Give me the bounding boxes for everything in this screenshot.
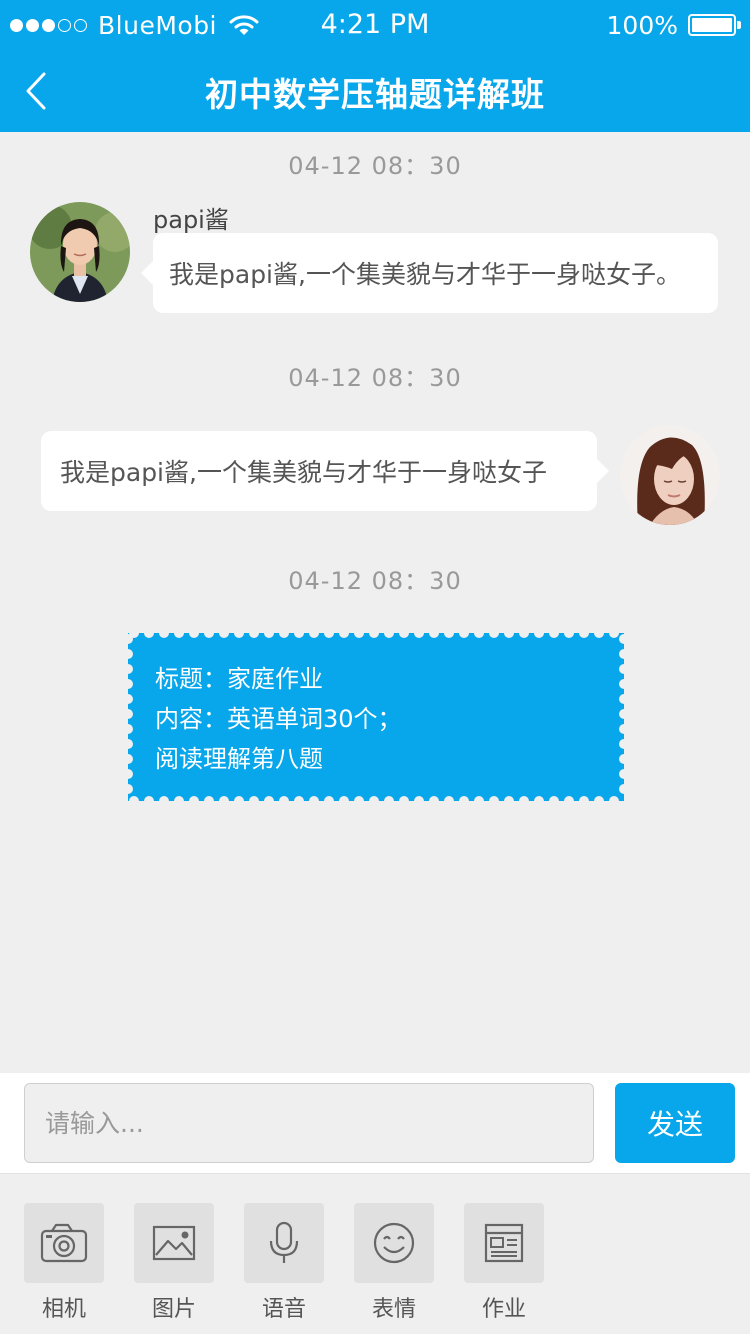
camera-button[interactable]: 相机 (24, 1203, 104, 1323)
battery-status: 100% (606, 10, 741, 40)
sender-avatar[interactable] (30, 202, 130, 302)
avatar-photo (620, 425, 720, 525)
emoji-button[interactable]: 表情 (354, 1203, 434, 1323)
self-avatar[interactable] (620, 425, 720, 525)
microphone-icon (269, 1221, 299, 1263)
smiley-icon (373, 1222, 415, 1264)
homework-title: 标题：家庭作业 (155, 665, 323, 693)
outgoing-message-bubble[interactable]: 我是papi酱,一个集美貌与才华于一身哒女子 (41, 431, 609, 511)
message-timestamp: 04-12 08：30 (288, 152, 462, 180)
message-input[interactable] (24, 1083, 594, 1163)
homework-card[interactable]: 标题：家庭作业 内容：英语单词30个； 阅读理解第八题 (128, 633, 624, 801)
homework-button[interactable]: 作业 (464, 1203, 544, 1323)
battery-icon (688, 14, 741, 36)
battery-percent: 100% (606, 10, 678, 40)
input-bar: 发送 (0, 1073, 750, 1173)
page-title: 初中数学压轴题详解班 (205, 75, 545, 114)
tool-label: 语音 (261, 1297, 306, 1322)
voice-button[interactable]: 语音 (244, 1203, 324, 1323)
camera-icon (40, 1223, 88, 1263)
message-text: 我是papi酱,一个集美貌与才华于一身哒女子 (60, 458, 547, 487)
homework-content-extra: 阅读理解第八题 (155, 745, 323, 773)
tool-label: 作业 (481, 1297, 526, 1322)
homework-content: 内容：英语单词30个； (155, 705, 402, 733)
message-timestamp: 04-12 08：30 (288, 364, 462, 392)
message-text: 我是papi酱,一个集美貌与才华于一身哒女子。 (169, 260, 681, 289)
message-timestamp: 04-12 08：30 (288, 567, 462, 595)
image-button[interactable]: 图片 (134, 1203, 214, 1323)
tool-label: 相机 (41, 1297, 86, 1322)
incoming-message-bubble[interactable]: 我是papi酱,一个集美貌与才华于一身哒女子。 (141, 233, 718, 313)
attachment-toolbar: 相机 图片 语音 表情 作业 (0, 1173, 750, 1334)
avatar-photo (30, 202, 130, 302)
homework-icon (484, 1223, 524, 1263)
status-bar: BlueMobi 4:21 PM 100% (0, 0, 750, 50)
image-icon (152, 1225, 196, 1261)
sender-name: papi酱 (153, 206, 229, 234)
tool-label: 图片 (151, 1297, 196, 1322)
tool-label: 表情 (371, 1297, 416, 1322)
send-button[interactable]: 发送 (615, 1083, 735, 1163)
nav-bar: 初中数学压轴题详解班 (0, 50, 750, 132)
